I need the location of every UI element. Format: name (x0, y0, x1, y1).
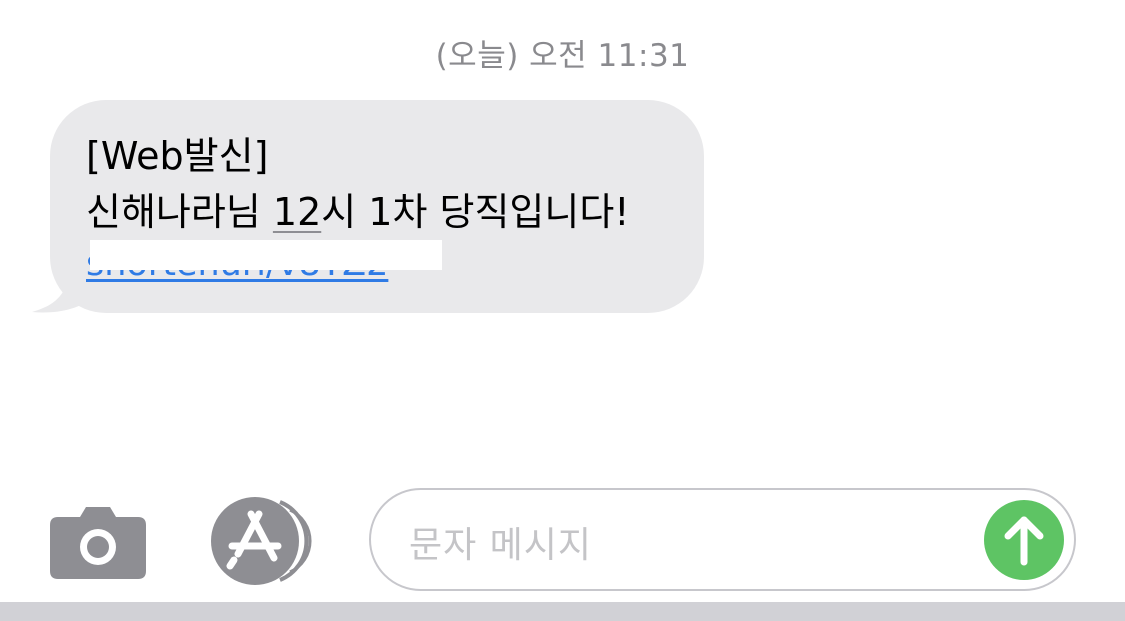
messages-screen: (오늘) 오전 11:31 [Web발신] 신해나라님 12시 1차 당직입니다… (0, 0, 1125, 621)
arrow-up-icon (984, 500, 1064, 580)
message-body-line: 신해나라님 12시 1차 당직입니다! (86, 184, 668, 240)
message-sender-tag: [Web발신] (86, 134, 269, 178)
keyboard-top-edge (0, 602, 1125, 621)
message-input-placeholder: 문자 메시지 (409, 525, 593, 566)
app-store-button[interactable] (210, 496, 320, 586)
message-bubble-container: [Web발신] 신해나라님 12시 1차 당직입니다! shortenurl/v… (30, 100, 710, 320)
redaction-overlay (90, 240, 442, 270)
message-detected-number[interactable]: 12 (273, 190, 321, 234)
camera-button[interactable] (50, 505, 146, 579)
incoming-message-bubble[interactable]: [Web발신] 신해나라님 12시 1차 당직입니다! shortenurl/v… (50, 100, 704, 313)
message-body-suffix: 시 1차 당직입니다! (321, 190, 630, 234)
camera-icon (50, 507, 146, 579)
message-input[interactable]: 문자 메시지 (369, 488, 1076, 591)
message-timestamp: (오늘) 오전 11:31 (435, 38, 690, 74)
app-store-icon (211, 497, 312, 585)
message-link[interactable]: shortenurl/v8YZ2 (86, 240, 668, 288)
message-body-prefix: 신해나라님 (86, 190, 273, 234)
send-button[interactable] (984, 500, 1064, 580)
